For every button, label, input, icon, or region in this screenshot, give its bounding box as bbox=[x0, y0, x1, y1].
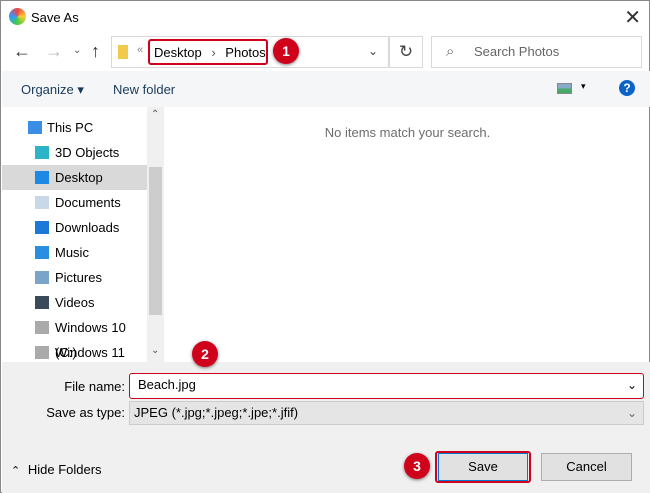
tree-item-label: Pictures bbox=[55, 270, 102, 285]
file-name-dropdown-icon[interactable]: ⌄ bbox=[627, 374, 637, 396]
forward-button[interactable]: → bbox=[45, 41, 63, 62]
tree-item[interactable]: Windows 10 (C:) bbox=[2, 315, 147, 360]
save-as-type-select[interactable]: JPEG (*.jpg;*.jpeg;*.jpe;*.jfif) ⌄ bbox=[129, 401, 644, 425]
annotation-badge-3: 3 bbox=[404, 453, 430, 479]
hide-folders-button[interactable]: ⌃ Hide Folders bbox=[11, 462, 102, 477]
folder-tree: This PC 3D Objects Desktop Documents Downloa… bbox=[2, 107, 147, 362]
chevron-up-icon: ⌃ bbox=[11, 465, 21, 477]
type-dropdown-icon[interactable]: ⌄ bbox=[627, 402, 637, 424]
view-dropdown-icon[interactable]: ▾ bbox=[581, 81, 586, 92]
breadcrumb: Desktop › Photos bbox=[148, 39, 268, 65]
annotation-badge-2: 2 bbox=[192, 341, 218, 367]
save-as-dialog: Save As ✕ ← → ⌄ ↑ « Desktop › Photos ⌄ 1… bbox=[0, 0, 650, 493]
back-button[interactable]: ← bbox=[13, 41, 31, 62]
scroll-down-icon[interactable]: ⌄ bbox=[151, 345, 159, 356]
tree-item[interactable]: Downloads bbox=[2, 215, 147, 240]
search-input[interactable]: ⌕ Search Photos bbox=[431, 36, 642, 68]
search-icon: ⌕ bbox=[446, 43, 455, 60]
app-icon bbox=[9, 8, 26, 25]
document-icon bbox=[35, 196, 49, 209]
save-as-type-label: Save as type: bbox=[46, 405, 125, 420]
window-title: Save As bbox=[31, 10, 79, 25]
drive-icon bbox=[35, 346, 49, 359]
tree-item-label: 3D Objects bbox=[55, 145, 120, 160]
tree-item-label: This PC bbox=[47, 120, 94, 135]
tree-item[interactable]: Documents bbox=[2, 190, 147, 215]
organize-button[interactable]: Organize ▾ bbox=[21, 82, 84, 98]
overflow-chevron[interactable]: « bbox=[137, 44, 143, 56]
toolbar: Organize ▾ New folder ▾ ? bbox=[2, 71, 650, 107]
videos-icon bbox=[35, 296, 49, 309]
save-as-type-value: JPEG (*.jpg;*.jpeg;*.jpe;*.jfif) bbox=[134, 405, 299, 420]
view-options-icon[interactable] bbox=[557, 83, 572, 94]
tree-item[interactable]: 3D Objects bbox=[2, 140, 147, 165]
new-folder-button[interactable]: New folder bbox=[113, 82, 175, 97]
tree-item-label: Documents bbox=[55, 195, 121, 210]
search-placeholder: Search Photos bbox=[474, 44, 560, 59]
drive-icon bbox=[35, 321, 49, 334]
tree-item-label: Downloads bbox=[55, 220, 120, 235]
file-name-value: Beach.jpg bbox=[138, 377, 196, 392]
file-name-label: File name: bbox=[64, 379, 125, 394]
breadcrumb-photos[interactable]: Photos bbox=[225, 45, 265, 60]
breadcrumb-desktop[interactable]: Desktop bbox=[154, 45, 202, 60]
music-icon bbox=[35, 246, 49, 259]
address-bar[interactable]: « Desktop › Photos ⌄ bbox=[111, 36, 389, 68]
empty-message: No items match your search. bbox=[324, 125, 491, 140]
download-icon bbox=[35, 221, 49, 234]
tree-item[interactable]: Videos bbox=[2, 290, 147, 315]
up-button[interactable]: ↑ bbox=[91, 41, 100, 62]
hide-folders-label: Hide Folders bbox=[27, 462, 102, 477]
pictures-icon bbox=[35, 271, 49, 284]
tree-item-label: Music bbox=[55, 245, 89, 260]
recent-locations-button[interactable]: ⌄ bbox=[73, 45, 81, 56]
tree-item[interactable]: Windows 11 (L:) bbox=[2, 340, 147, 362]
cube-icon bbox=[35, 146, 49, 159]
save-button[interactable]: Save bbox=[438, 453, 528, 481]
tree-item-label: Desktop bbox=[55, 170, 103, 185]
cancel-button[interactable]: Cancel bbox=[541, 453, 632, 481]
tree-item[interactable]: This PC bbox=[2, 115, 147, 140]
address-dropdown-icon[interactable]: ⌄ bbox=[368, 44, 378, 58]
refresh-button[interactable]: ↻ bbox=[389, 36, 423, 68]
scrollbar-thumb[interactable] bbox=[149, 167, 162, 315]
close-button[interactable]: ✕ bbox=[624, 5, 641, 30]
tree-item[interactable]: Pictures bbox=[2, 265, 147, 290]
scroll-up-icon[interactable]: ⌃ bbox=[151, 109, 159, 120]
help-icon[interactable]: ? bbox=[619, 80, 635, 96]
annotation-badge-1: 1 bbox=[273, 38, 299, 64]
computer-icon bbox=[28, 121, 42, 134]
desktop-icon bbox=[35, 171, 49, 184]
tree-item[interactable]: Music bbox=[2, 240, 147, 265]
file-name-input[interactable]: Beach.jpg ⌄ bbox=[129, 373, 644, 399]
tree-item[interactable]: Desktop bbox=[2, 165, 147, 190]
tree-item-label: Videos bbox=[55, 295, 95, 310]
folder-icon bbox=[118, 45, 128, 59]
breadcrumb-separator: › bbox=[211, 45, 216, 60]
tree-item-label: Windows 11 (L:) bbox=[55, 345, 125, 360]
